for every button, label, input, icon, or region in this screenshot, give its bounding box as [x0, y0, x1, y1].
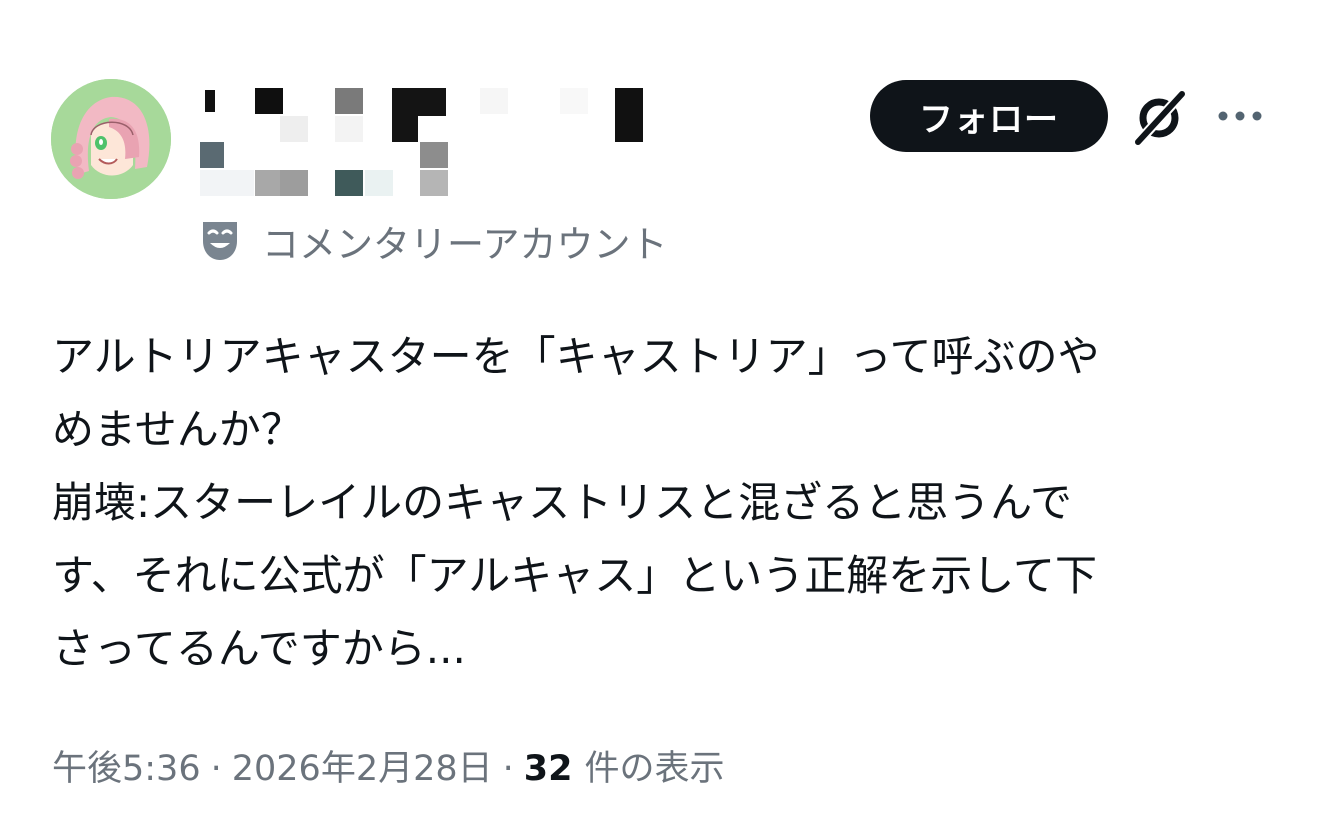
redacted-display-name[interactable] [200, 80, 660, 200]
separator: · [210, 749, 222, 789]
pixel-block [280, 170, 308, 196]
more-icon[interactable] [1215, 96, 1265, 136]
pixel-block [480, 88, 508, 114]
avatar[interactable] [51, 79, 171, 199]
grok-icon[interactable] [1130, 86, 1190, 146]
pixel-block [365, 170, 393, 196]
pixel-block [420, 142, 448, 168]
avatar-illustration [51, 79, 171, 199]
pixel-block [418, 116, 446, 142]
pixel-block [335, 170, 363, 196]
pixel-block [560, 88, 588, 114]
pixel-block [335, 88, 363, 114]
pixel-block [200, 170, 254, 196]
pixel-block [205, 90, 215, 112]
post-date[interactable]: 2026年2月28日 [232, 740, 493, 791]
pixel-block [255, 88, 283, 114]
views-label: 件の表示 [584, 749, 725, 789]
post-line: 崩壊:スターレイルのキャストリスと混ざると思うんで [52, 478, 1073, 527]
post-line: アルトリアキャスターを「キャストリア」って呼ぶのや [52, 332, 1100, 381]
pixel-block [420, 170, 448, 196]
pixel-block [255, 170, 283, 196]
pixel-block [335, 116, 363, 142]
follow-button[interactable]: フォロー [870, 80, 1108, 152]
pixel-block [615, 88, 643, 142]
commentary-account-row: コメンタリーアカウント [200, 216, 668, 266]
post-meta: 午後5:36 · 2026年2月28日 · 32 件の表示 [52, 740, 725, 791]
pixel-block [280, 116, 308, 142]
post-line: めませんか？ [52, 405, 303, 454]
views-count[interactable]: 32 [524, 749, 573, 789]
mask-icon [203, 222, 237, 260]
post-text: アルトリアキャスターを「キャストリア」って呼ぶのや めませんか？ 崩壊:スターレ… [52, 320, 1272, 685]
separator: · [502, 749, 514, 789]
post-line: さってるんですから... [52, 624, 466, 673]
commentary-account-label: コメンタリーアカウント [262, 223, 668, 266]
post-line: す、それに公式が「アルキャス」という正解を示して下 [52, 551, 1097, 600]
post-time[interactable]: 午後5:36 [52, 740, 201, 791]
pixel-block [200, 142, 224, 168]
